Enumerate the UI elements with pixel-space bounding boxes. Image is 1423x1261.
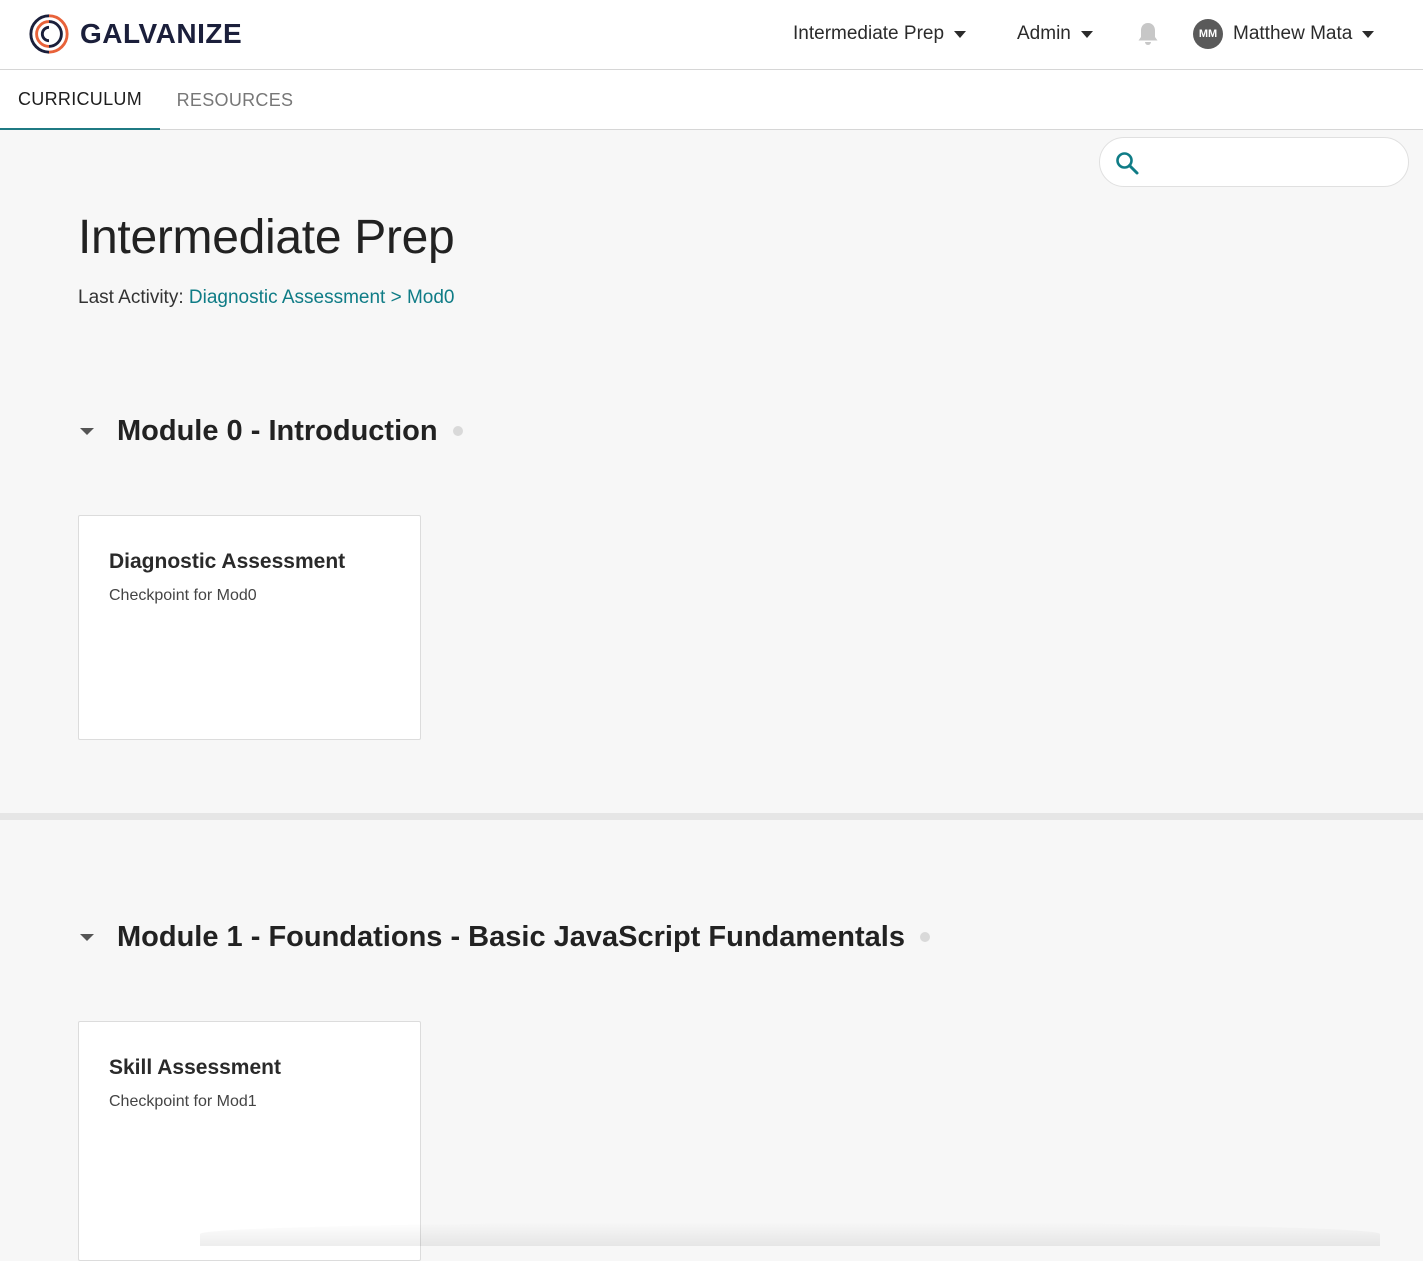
brand-logo[interactable]: GALVANIZE [28, 12, 242, 56]
search-icon[interactable] [1114, 150, 1140, 176]
tab-curriculum[interactable]: CURRICULUM [0, 70, 160, 130]
caret-down-icon [954, 30, 967, 38]
galvanize-logo-icon [29, 14, 69, 54]
search-box [1099, 137, 1409, 187]
program-menu[interactable]: Intermediate Prep [793, 22, 967, 46]
last-activity-label: Last Activity: [78, 287, 184, 308]
card-title: Diagnostic Assessment [109, 550, 346, 573]
admin-menu-label: Admin [1017, 23, 1071, 44]
brand-name: GALVANIZE [80, 18, 243, 49]
tab-resources[interactable]: RESOURCES [160, 70, 310, 130]
user-menu[interactable]: MM Matthew Mata [1193, 19, 1375, 49]
program-menu-label: Intermediate Prep [793, 23, 945, 44]
status-dot [452, 426, 463, 436]
last-activity-link[interactable]: Diagnostic Assessment > Mod0 [189, 287, 455, 308]
caret-down-icon [1080, 30, 1093, 38]
tab-bar: CURRICULUM RESOURCES [0, 70, 1423, 130]
module-header-0: Module 0 - Introduction [78, 413, 463, 449]
card-subtitle: Checkpoint for Mod1 [109, 1093, 257, 1110]
last-activity: Last Activity: Diagnostic Assessment > M… [78, 287, 455, 309]
caret-down-icon [1362, 30, 1375, 38]
search-input[interactable] [1150, 146, 1395, 178]
status-dot [919, 932, 930, 942]
card-title: Skill Assessment [109, 1056, 281, 1079]
section-divider [0, 813, 1423, 820]
module-title: Module 1 - Foundations - Basic JavaScrip… [117, 920, 905, 953]
admin-menu[interactable]: Admin [1017, 22, 1093, 46]
bell-icon[interactable] [1136, 21, 1160, 47]
module-title: Module 0 - Introduction [117, 414, 438, 447]
user-name: Matthew Mata [1233, 23, 1353, 44]
bottom-shadow [200, 1222, 1380, 1246]
caret-down-icon[interactable] [80, 933, 94, 941]
caret-down-icon[interactable] [80, 427, 94, 435]
card-subtitle: Checkpoint for Mod0 [109, 587, 257, 604]
module-header-1: Module 1 - Foundations - Basic JavaScrip… [78, 919, 930, 955]
activity-card[interactable]: Diagnostic Assessment Checkpoint for Mod… [78, 515, 421, 740]
page-title: Intermediate Prep [78, 211, 455, 264]
top-header: GALVANIZE Intermediate Prep Admin MM Mat… [0, 0, 1423, 70]
avatar: MM [1193, 19, 1223, 49]
